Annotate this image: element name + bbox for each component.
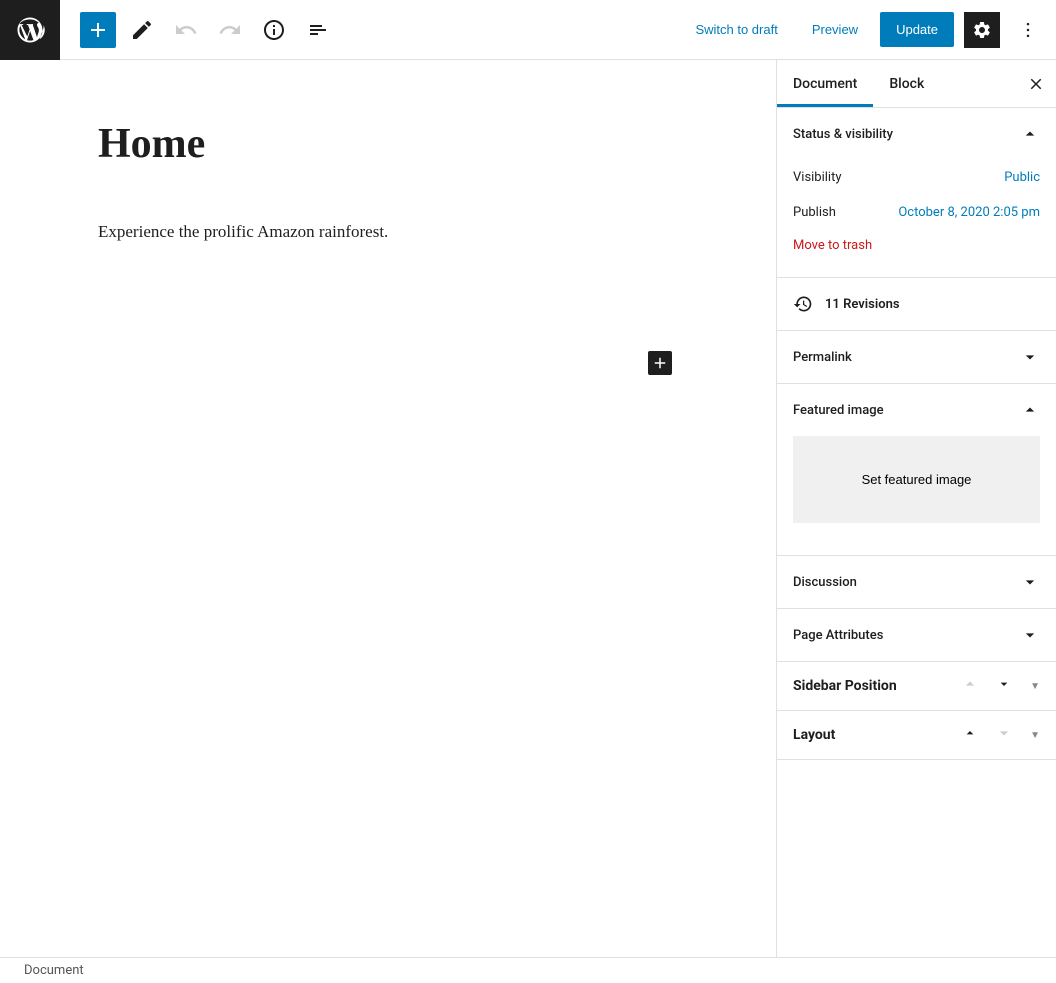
tab-document[interactable]: Document (777, 60, 873, 107)
panel-page-attributes: Page Attributes (777, 609, 1056, 662)
panel-title: Featured image (793, 403, 884, 418)
panel-header-discussion[interactable]: Discussion (777, 556, 1056, 608)
breadcrumb-footer: Document (0, 957, 1056, 983)
add-block-button[interactable] (80, 12, 116, 48)
toolbar-left (60, 12, 336, 48)
wordpress-logo[interactable] (0, 0, 60, 60)
inline-add-block-button[interactable] (648, 351, 672, 375)
chevron-down-icon (996, 725, 1012, 741)
chevron-down-icon (1020, 347, 1040, 367)
undo-button[interactable] (168, 12, 204, 48)
update-button[interactable]: Update (880, 12, 954, 47)
move-down-button (996, 725, 1012, 745)
chevron-down-icon (1020, 572, 1040, 592)
history-icon (793, 294, 813, 314)
panel-title: Layout (793, 727, 835, 743)
panel-title: Sidebar Position (793, 678, 897, 694)
kebab-icon (1018, 20, 1038, 40)
outline-button[interactable] (300, 12, 336, 48)
visibility-value[interactable]: Public (1004, 170, 1040, 185)
post-title[interactable]: Home (98, 120, 678, 168)
publish-label: Publish (793, 205, 836, 220)
top-toolbar: Switch to draft Preview Update (0, 0, 1056, 60)
toolbar-right: Switch to draft Preview Update (683, 12, 1056, 48)
panel-title: Discussion (793, 575, 857, 590)
move-to-trash-button[interactable]: Move to trash (793, 230, 1040, 261)
tab-block[interactable]: Block (873, 60, 940, 107)
chevron-up-icon (962, 676, 978, 692)
info-icon (262, 18, 286, 42)
panel-title: Page Attributes (793, 628, 883, 643)
visibility-label: Visibility (793, 170, 842, 185)
breadcrumb-item[interactable]: Document (24, 963, 84, 978)
panel-featured-image: Featured image Set featured image (777, 384, 1056, 556)
chevron-down-icon (1020, 625, 1040, 645)
publish-row: Publish October 8, 2020 2:05 pm (793, 195, 1040, 230)
move-up-button (962, 676, 978, 696)
plus-icon (86, 18, 110, 42)
more-options-button[interactable] (1010, 12, 1046, 48)
settings-button[interactable] (964, 12, 1000, 48)
preview-button[interactable]: Preview (800, 14, 870, 45)
panel-header-permalink[interactable]: Permalink (777, 331, 1056, 383)
move-down-button[interactable] (996, 676, 1012, 696)
post-content[interactable]: Experience the prolific Amazon rainfores… (98, 218, 678, 245)
redo-button[interactable] (212, 12, 248, 48)
close-icon (1027, 75, 1045, 93)
panel-permalink: Permalink (777, 331, 1056, 384)
pencil-icon (130, 18, 154, 42)
panel-header-status[interactable]: Status & visibility (777, 108, 1056, 160)
wordpress-icon (15, 15, 45, 45)
sidebar-tabs: Document Block (777, 60, 1056, 108)
toggle-icon[interactable]: ▼ (1030, 681, 1040, 692)
publish-value[interactable]: October 8, 2020 2:05 pm (898, 205, 1040, 220)
panel-sidebar-position[interactable]: Sidebar Position ▼ (777, 662, 1056, 711)
set-featured-image-button[interactable]: Set featured image (793, 436, 1040, 523)
panel-discussion: Discussion (777, 556, 1056, 609)
panel-revisions[interactable]: 11 Revisions (777, 278, 1056, 331)
editor-canvas[interactable]: Home Experience the prolific Amazon rain… (0, 60, 776, 957)
panel-layout[interactable]: Layout ▼ (777, 711, 1056, 760)
switch-to-draft-button[interactable]: Switch to draft (683, 14, 789, 45)
toggle-icon[interactable]: ▼ (1030, 730, 1040, 741)
move-up-button[interactable] (962, 725, 978, 745)
redo-icon (218, 18, 242, 42)
panel-status-visibility: Status & visibility Visibility Public Pu… (777, 108, 1056, 278)
outline-icon (306, 18, 330, 42)
gear-icon (972, 20, 992, 40)
edit-mode-button[interactable] (124, 12, 160, 48)
panel-title: Permalink (793, 350, 852, 365)
chevron-up-icon (1020, 400, 1040, 420)
chevron-up-icon (1020, 124, 1040, 144)
panel-header-page-attributes[interactable]: Page Attributes (777, 609, 1056, 661)
chevron-up-icon (962, 725, 978, 741)
close-sidebar-button[interactable] (1024, 72, 1048, 96)
settings-sidebar: Document Block Status & visibility Visib… (776, 60, 1056, 957)
undo-icon (174, 18, 198, 42)
panel-title: Status & visibility (793, 127, 893, 142)
visibility-row: Visibility Public (793, 160, 1040, 195)
revisions-label: 11 Revisions (825, 297, 900, 312)
chevron-down-icon (996, 676, 1012, 692)
info-button[interactable] (256, 12, 292, 48)
plus-icon (651, 354, 669, 372)
panel-header-featured-image[interactable]: Featured image (777, 384, 1056, 436)
